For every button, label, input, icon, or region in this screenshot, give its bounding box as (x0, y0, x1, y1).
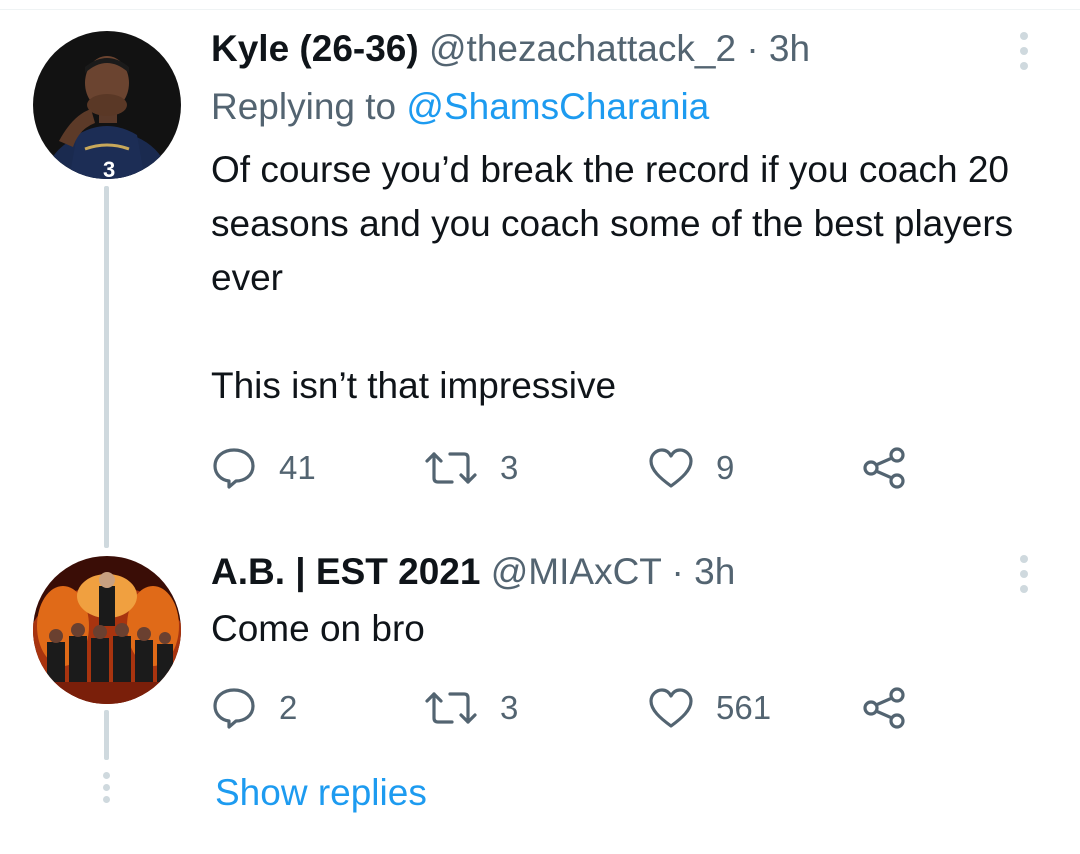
thread-continuation-dots (102, 772, 111, 808)
retweet-count: 3 (500, 449, 519, 486)
replying-to: Replying to @ShamsCharania (211, 85, 709, 129)
tweet-text-line: Come on bro (211, 608, 425, 649)
tweet-actions: 41 3 9 (211, 443, 971, 493)
tweet-text-line: This isn’t that impressive (211, 365, 617, 406)
retweet-icon (425, 692, 477, 724)
replying-to-label: Replying to (211, 86, 397, 127)
display-name[interactable]: A.B. | EST 2021 (211, 551, 480, 592)
avatar[interactable]: 3 (33, 31, 181, 179)
tweet-header: A.B. | EST 2021 @MIAxCT · 3h (211, 550, 735, 594)
reply-count: 41 (279, 449, 316, 486)
reply-icon (213, 448, 255, 489)
heart-icon (649, 688, 693, 728)
top-divider (0, 9, 1080, 10)
share-button[interactable] (861, 443, 907, 493)
retweet-count: 3 (500, 689, 519, 726)
mention-link[interactable]: @ShamsCharania (406, 86, 709, 127)
heart-icon (649, 448, 693, 488)
more-options-icon[interactable] (1016, 32, 1032, 77)
timestamp[interactable]: 3h (694, 551, 735, 592)
timestamp[interactable]: 3h (769, 28, 810, 69)
user-handle[interactable]: @thezachattack_2 (429, 28, 736, 69)
reply-count: 2 (279, 689, 298, 726)
like-count: 561 (716, 689, 772, 726)
thread-line (104, 710, 109, 760)
share-button[interactable] (861, 683, 907, 733)
like-button[interactable]: 561 (648, 683, 771, 733)
tweet-header: Kyle (26-36) @thezachattack_2 · 3h (211, 27, 810, 71)
reply-button[interactable]: 41 (211, 443, 316, 493)
show-replies-link[interactable]: Show replies (215, 770, 427, 816)
more-options-icon[interactable] (1016, 555, 1032, 600)
share-icon (863, 447, 905, 489)
tweet-text: Come on bro (211, 602, 425, 656)
like-count: 9 (716, 449, 735, 486)
user-handle[interactable]: @MIAxCT (491, 551, 662, 592)
display-name[interactable]: Kyle (26-36) (211, 28, 419, 69)
avatar[interactable] (33, 556, 181, 704)
separator: · (671, 551, 684, 592)
retweet-button[interactable]: 3 (424, 443, 518, 493)
team-photo-avatar-image (33, 556, 181, 704)
tweet-text-line: Of course you’d break the record if you … (211, 149, 1014, 298)
like-button[interactable]: 9 (648, 443, 734, 493)
tweet-actions: 2 3 561 (211, 683, 971, 733)
reply-button[interactable]: 2 (211, 683, 297, 733)
thread-line (104, 186, 109, 548)
player-avatar-image: 3 (33, 31, 181, 179)
separator: · (746, 28, 759, 69)
retweet-icon (425, 452, 477, 484)
tweet-text: Of course you’d break the record if you … (211, 143, 1061, 413)
reply-icon (213, 688, 255, 729)
svg-text:3: 3 (103, 157, 115, 179)
retweet-button[interactable]: 3 (424, 683, 518, 733)
share-icon (863, 687, 905, 729)
